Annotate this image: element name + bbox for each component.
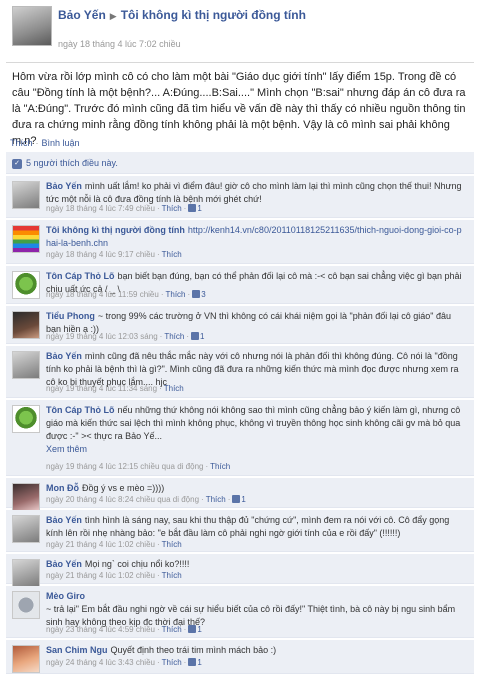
commenter-avatar[interactable] bbox=[12, 311, 40, 339]
commenter-avatar[interactable] bbox=[12, 591, 40, 619]
author-name-link[interactable]: Bảo Yến bbox=[58, 8, 106, 22]
likes-summary: ✓ 5 người thích điều này. bbox=[6, 152, 474, 174]
thumbs-up-icon bbox=[188, 204, 197, 212]
commenter-name[interactable]: Tôn Cáp Thỏ Lõ bbox=[46, 405, 114, 415]
comment-item: Bảo Yến mình uất lắm! ko phải vì điểm đâu… bbox=[6, 176, 474, 218]
comment-text: mình uất lắm! ko phải vì điểm đâu! giờ c… bbox=[46, 181, 462, 204]
comment-meta: ngày 19 tháng 4 lúc 12:03 sáng · Thích · 1 bbox=[46, 332, 205, 341]
comment-meta: ngày 24 tháng 4 lúc 3:43 chiều · Thích · 1 bbox=[46, 658, 202, 667]
comment-meta: ngày 18 tháng 4 lúc 11:59 chiều · Thích · 3 bbox=[46, 290, 206, 299]
commenter-name[interactable]: Tôn Cáp Thỏ Lõ bbox=[46, 271, 114, 281]
comment-item: Tôn Cáp Thỏ Lõ bạn biết bạn đúng, bạn có … bbox=[6, 266, 474, 304]
commenter-name[interactable]: Bảo Yến bbox=[46, 559, 82, 569]
commenter-avatar[interactable] bbox=[12, 559, 40, 587]
comment-item: Tiểu Phong ~ trong 99% các trường ở VN th… bbox=[6, 306, 474, 344]
comment-item: Bảo Yến tình hình là sáng nay, sau khi th… bbox=[6, 510, 474, 552]
comment-link[interactable]: Bình luận bbox=[42, 138, 80, 148]
commenter-avatar[interactable] bbox=[12, 351, 40, 379]
comment-meta: ngày 18 tháng 4 lúc 7:49 chiều · Thích · 1 bbox=[46, 204, 202, 213]
thumbs-up-icon bbox=[188, 625, 197, 633]
comment-text: ~ trả lại" Em bắt đầu nghi ngờ về cái sự… bbox=[46, 604, 456, 627]
commenter-avatar[interactable] bbox=[12, 181, 40, 209]
comment-text: ~ trong 99% các trường ở VN thì không có… bbox=[46, 311, 452, 334]
commenter-avatar[interactable] bbox=[12, 645, 40, 673]
comment-text: Đồg ý vs e mèo =)))) bbox=[82, 483, 165, 493]
comment-item: Tôn Cáp Thỏ Lõ nếu những thứ không nói kh… bbox=[6, 400, 474, 476]
commenter-name[interactable]: Tiểu Phong bbox=[46, 311, 95, 321]
comment-item: Tôi không kì thị người đồng tính http://k… bbox=[6, 220, 474, 264]
commenter-name[interactable]: Mèo Giro bbox=[46, 591, 85, 601]
commenter-name[interactable]: Bảo Yến bbox=[46, 181, 82, 191]
comment-item: Bảo Yến Mọi ng` coi chịu nổi ko?!!!! ngày… bbox=[6, 554, 474, 587]
commenter-name[interactable]: Bảo Yến bbox=[46, 351, 82, 361]
comment-text: Mọi ng` coi chịu nổi ko?!!!! bbox=[84, 559, 190, 569]
thumbs-up-icon bbox=[191, 332, 200, 340]
thumbs-up-icon bbox=[232, 495, 241, 503]
author-avatar[interactable] bbox=[12, 6, 52, 46]
thumbs-up-icon bbox=[192, 290, 201, 298]
commenter-avatar[interactable] bbox=[12, 515, 40, 543]
comment-meta: ngày 21 tháng 4 lúc 1:02 chiều · Thích bbox=[46, 571, 182, 580]
commenter-avatar[interactable] bbox=[12, 483, 40, 511]
post-header: Bảo Yến ▶ Tôi không kì thị người đồng tính… bbox=[0, 0, 480, 56]
comment-meta: ngày 21 tháng 4 lúc 1:02 chiều · Thích bbox=[46, 540, 182, 549]
comment-text: Quyết định theo trái tim mình mách bảo :… bbox=[110, 645, 277, 655]
target-page-link[interactable]: Tôi không kì thị người đồng tính bbox=[121, 8, 306, 22]
commenter-name[interactable]: Tôi không kì thị người đồng tính bbox=[46, 225, 185, 235]
commenter-name[interactable]: Mon Đỗ bbox=[46, 483, 79, 493]
commenter-name[interactable]: Bảo Yến bbox=[46, 515, 82, 525]
comment-item: San Chim Ngu Quyết định theo trái tim mìn… bbox=[6, 640, 474, 674]
see-more-link[interactable]: Xem thêm bbox=[46, 444, 87, 454]
comment-meta: ngày 19 tháng 4 lúc 12:15 chiều qua di đ… bbox=[46, 462, 231, 471]
comment-meta: ngày 23 tháng 4 lúc 4:59 chiều · Thích · 1 bbox=[46, 625, 202, 634]
commenter-avatar[interactable] bbox=[12, 271, 40, 299]
commenter-name[interactable]: San Chim Ngu bbox=[46, 645, 108, 655]
commenter-avatar[interactable] bbox=[12, 405, 40, 433]
comment-text: tình hình là sáng nay, sau khi thu thập … bbox=[46, 515, 450, 538]
thumbs-up-icon: ✓ bbox=[12, 158, 22, 169]
comment-meta: ngày 18 tháng 4 lúc 9:17 chiều · Thích bbox=[46, 250, 182, 259]
comment-meta: ngày 19 tháng 4 lúc 11:34 sáng · Thích bbox=[46, 384, 184, 393]
comment-text: mình cũng đã nêu thắc mắc này với cô như… bbox=[46, 351, 459, 387]
commenter-avatar[interactable] bbox=[12, 225, 40, 253]
comment-item: Mon Đỗ Đồg ý vs e mèo =)))) ngày 20 tháng… bbox=[6, 478, 474, 511]
post-timestamp[interactable]: ngày 18 tháng 4 lúc 7:02 chiều bbox=[58, 39, 181, 49]
triangle-right-icon: ▶ bbox=[109, 11, 117, 21]
like-link[interactable]: Thích bbox=[10, 138, 33, 148]
thumbs-up-icon bbox=[188, 658, 197, 666]
comment-item: Mèo Giro ~ trả lại" Em bắt đầu nghi ngờ v… bbox=[6, 586, 474, 638]
comment-meta: ngày 20 tháng 4 lúc 8:24 chiều qua di độ… bbox=[46, 495, 246, 504]
post-title: Bảo Yến ▶ Tôi không kì thị người đồng tính bbox=[58, 8, 306, 22]
comment-item: Bảo Yến mình cũng đã nêu thắc mắc này với… bbox=[6, 346, 474, 398]
likes-count-link[interactable]: 5 người thích điều này. bbox=[26, 158, 118, 168]
post-actions: Thích · Bình luận bbox=[10, 138, 80, 148]
